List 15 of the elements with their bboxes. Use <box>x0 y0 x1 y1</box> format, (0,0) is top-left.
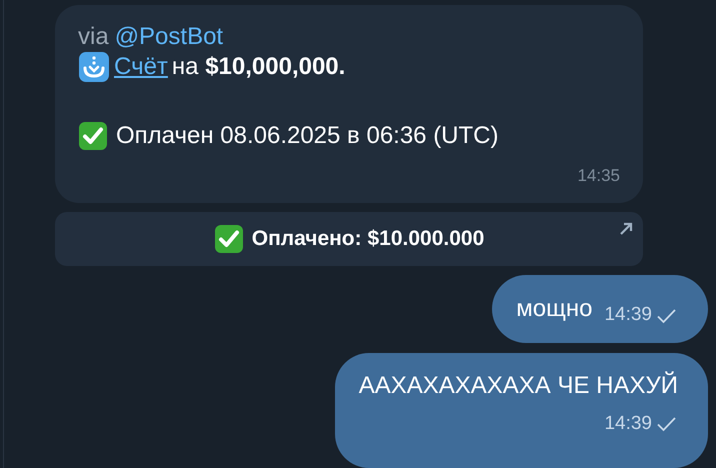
check-mark-icon <box>78 121 108 151</box>
invoice-amount-text: на $10,000,000. <box>172 52 346 82</box>
via-label: via <box>78 23 109 51</box>
check-mark-icon <box>214 224 244 254</box>
invoice-link[interactable]: Счёт <box>114 52 168 82</box>
message-time: 14:39 <box>604 412 652 436</box>
message-text: мощно <box>516 294 592 324</box>
payment-status-text: Оплачен 08.06.2025 в 06:36 (UTC) <box>116 121 498 151</box>
bot-username-link[interactable]: @PostBot <box>114 23 224 51</box>
message-time: 14:39 <box>604 303 652 328</box>
paid-inline-button[interactable]: Оплачено: $10.000.000 <box>55 212 643 266</box>
message-time: 14:35 <box>577 165 620 187</box>
invoice-icon <box>78 51 110 83</box>
message-text: ААХАХАХАХАХА ЧЕ НАХУЙ <box>358 370 678 400</box>
arrow-icon <box>618 220 634 236</box>
